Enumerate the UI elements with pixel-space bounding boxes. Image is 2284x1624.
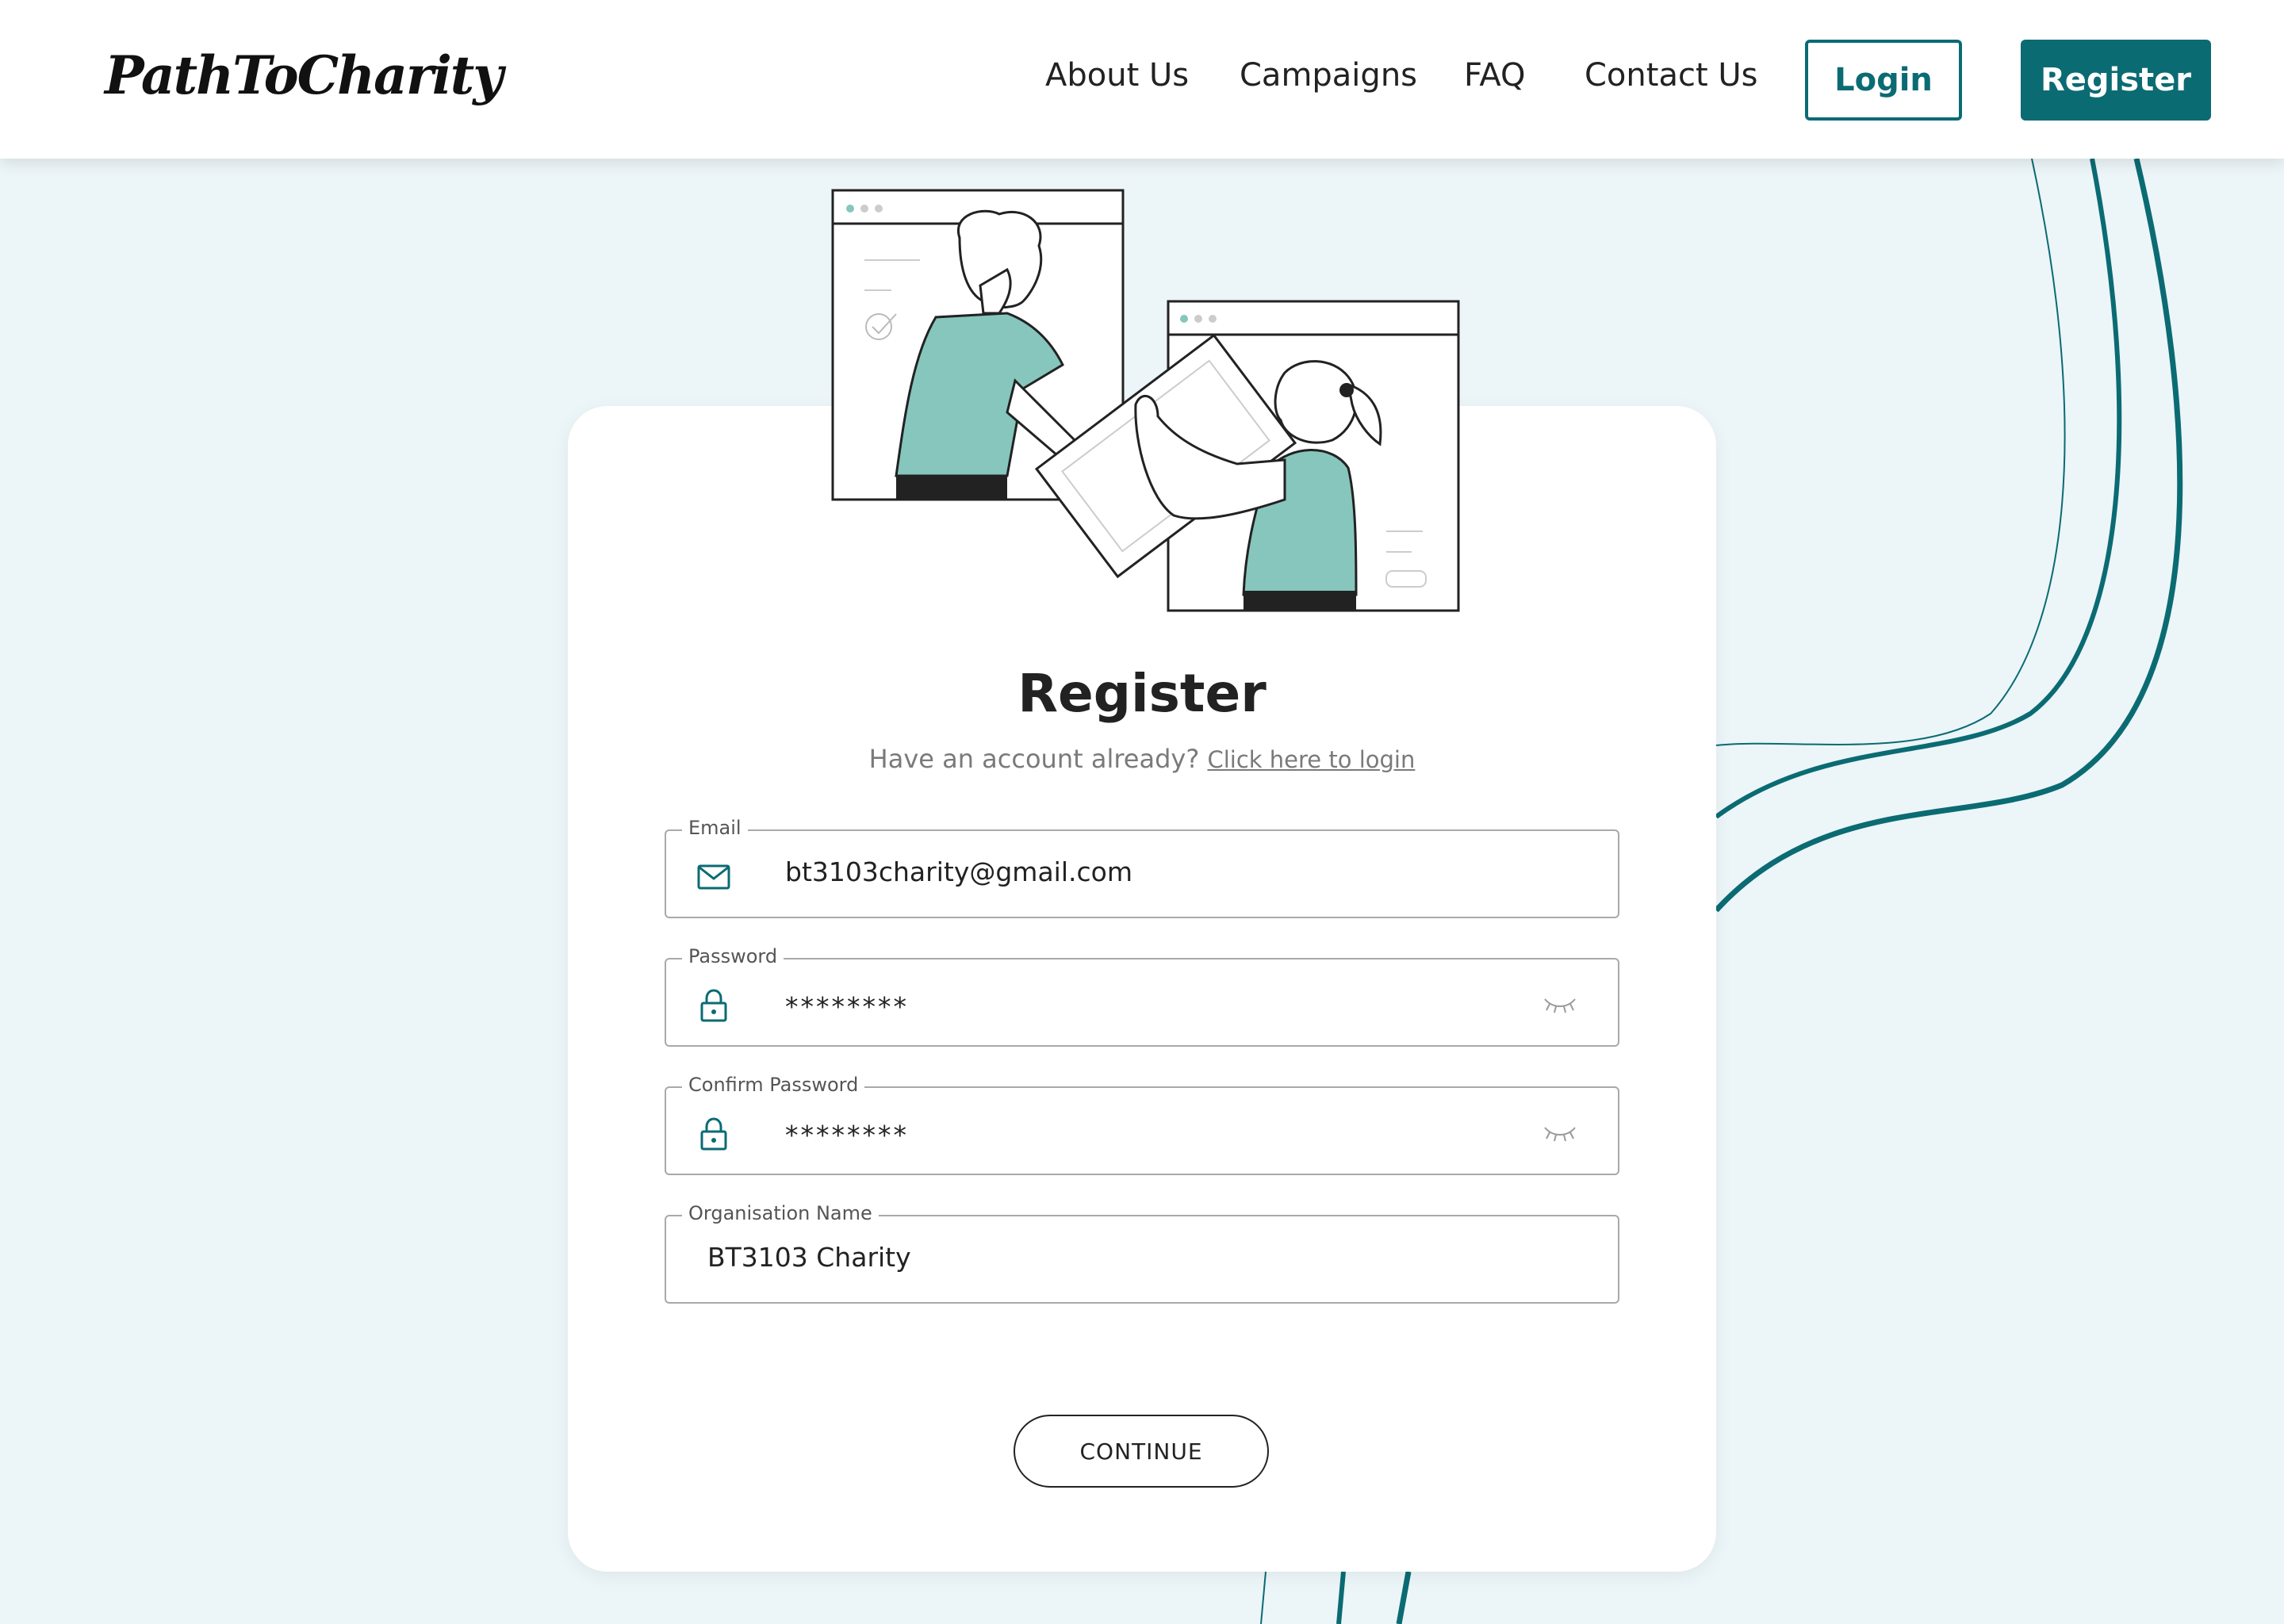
site-logo[interactable]: PathToCharity <box>105 44 504 106</box>
login-button[interactable]: Login <box>1805 40 1962 121</box>
eye-closed-icon[interactable] <box>1542 994 1578 1015</box>
lock-icon <box>700 1117 727 1151</box>
nav-about-us[interactable]: About Us <box>1045 57 1189 94</box>
nav-contact-us[interactable]: Contact Us <box>1585 57 1757 94</box>
register-title: Register <box>1017 663 1267 724</box>
login-link[interactable]: Click here to login <box>1207 746 1415 773</box>
organisation-name-label: Organisation Name <box>682 1202 879 1224</box>
lock-icon <box>700 989 727 1022</box>
nav-faq[interactable]: FAQ <box>1464 57 1525 94</box>
login-prompt: Have an account already? Click here to l… <box>568 744 1716 774</box>
confirm-password-value[interactable]: ******** <box>785 1120 909 1151</box>
email-label: Email <box>682 817 748 839</box>
email-field[interactable]: Email bt3103charity@gmail.com <box>665 817 1619 918</box>
eye-closed-icon[interactable] <box>1542 1123 1578 1143</box>
confirm-password-label: Confirm Password <box>682 1074 865 1096</box>
password-field[interactable]: Password ******** <box>665 945 1619 1047</box>
nav-campaigns[interactable]: Campaigns <box>1240 57 1417 94</box>
organisation-name-value[interactable]: BT3103 Charity <box>707 1242 911 1273</box>
email-value[interactable]: bt3103charity@gmail.com <box>785 856 1132 887</box>
confirm-password-field[interactable]: Confirm Password ******** <box>665 1074 1619 1175</box>
password-value[interactable]: ******** <box>785 991 909 1022</box>
password-label: Password <box>682 945 784 967</box>
mail-icon <box>697 864 730 890</box>
handshake-illustration <box>831 189 1460 612</box>
register-button[interactable]: Register <box>2021 40 2211 121</box>
continue-button[interactable]: CONTINUE <box>1014 1415 1269 1488</box>
organisation-name-field[interactable]: Organisation Name BT3103 Charity <box>665 1202 1619 1304</box>
top-navbar: PathToCharity About Us Campaigns FAQ Con… <box>0 0 2284 159</box>
login-prompt-text: Have an account already? <box>868 744 1200 774</box>
